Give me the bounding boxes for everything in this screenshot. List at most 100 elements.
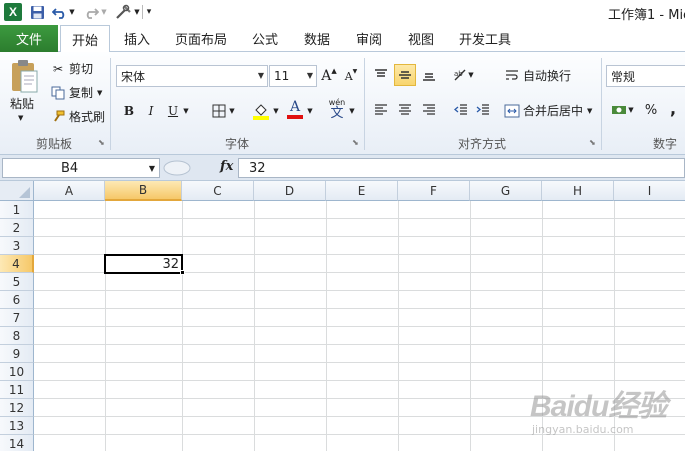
row-header-10[interactable]: 10	[0, 363, 34, 381]
italic-button[interactable]: I	[140, 100, 162, 122]
column-header-c[interactable]: C	[182, 181, 254, 201]
bold-button[interactable]: B	[118, 100, 140, 122]
baidu-watermark-logo: Baidu经验 jingyan.baidu.com	[530, 381, 680, 451]
row-header-9[interactable]: 9	[0, 345, 34, 363]
format-painter-label: 格式刷	[69, 110, 106, 124]
fill-color-dropdown-icon[interactable]: ▼	[270, 100, 282, 122]
row-header-12[interactable]: 12	[0, 399, 34, 417]
tab-home[interactable]: 开始	[60, 25, 110, 53]
tools-dropdown-icon[interactable]: ▼	[133, 3, 141, 21]
align-middle-icon[interactable]	[394, 64, 416, 86]
font-name-dropdown-icon[interactable]: ▼	[258, 71, 264, 80]
customize-qat-icon[interactable]: ▾	[144, 3, 154, 21]
redo-dropdown-icon[interactable]: ▼	[100, 3, 108, 21]
wrap-text-button[interactable]: 自动换行	[504, 67, 571, 84]
font-size-combo[interactable]: 11 ▼	[269, 65, 317, 87]
tab-data[interactable]: 数据	[294, 25, 340, 52]
tab-review[interactable]: 审阅	[346, 25, 392, 52]
decrease-indent-icon[interactable]	[450, 99, 472, 121]
alignment-launcher-icon[interactable]: ⬊	[589, 138, 596, 147]
worksheet-grid[interactable]: A B C D E F G H I 1 2 3 4 5 6 7 8 9 10 1…	[0, 181, 685, 451]
name-box-dropdown-icon[interactable]: ▼	[149, 164, 155, 173]
undo-dropdown-icon[interactable]: ▼	[68, 3, 76, 21]
excel-logo-icon[interactable]: X	[4, 3, 22, 21]
row-header-2[interactable]: 2	[0, 219, 34, 237]
underline-dropdown-icon[interactable]: ▼	[180, 100, 192, 122]
phonetic-char: 文	[330, 105, 344, 121]
paste-dropdown-icon[interactable]: ▼	[18, 114, 23, 122]
column-header-d[interactable]: D	[254, 181, 326, 201]
align-left-icon[interactable]	[370, 99, 392, 121]
tab-page-layout[interactable]: 页面布局	[168, 25, 234, 52]
row-header-6[interactable]: 6	[0, 291, 34, 309]
column-header-h[interactable]: H	[542, 181, 614, 201]
name-box[interactable]: B4 ▼	[2, 158, 160, 178]
clipboard-launcher-icon[interactable]: ⬊	[98, 138, 105, 147]
fill-color-icon[interactable]	[250, 100, 272, 122]
cell-b4[interactable]: 32	[104, 254, 183, 274]
row-header-7[interactable]: 7	[0, 309, 34, 327]
grow-font-icon: A	[321, 68, 332, 84]
tools-icon[interactable]	[113, 3, 133, 21]
ribbon: 粘贴 ▼ ✂ 剪切 复制 ▼ 格式刷 剪贴板 ⬊ 宋体 ▼ 11 ▼ A ▲ A ▼…	[0, 52, 685, 155]
column-header-i[interactable]: I	[614, 181, 685, 201]
font-color-button[interactable]: A	[284, 98, 306, 120]
increase-indent-icon[interactable]	[472, 99, 494, 121]
phonetic-dropdown-icon[interactable]: ▼	[346, 100, 358, 122]
formula-input[interactable]: 32	[238, 158, 685, 178]
column-header-e[interactable]: E	[326, 181, 398, 201]
format-painter-button[interactable]: 格式刷	[50, 108, 105, 125]
tab-formulas[interactable]: 公式	[242, 25, 288, 52]
tab-developer[interactable]: 开发工具	[450, 25, 520, 52]
insert-function-button[interactable]: fx	[220, 159, 233, 174]
row-header-3[interactable]: 3	[0, 237, 34, 255]
currency-dropdown-icon[interactable]: ▼	[626, 99, 636, 121]
tab-insert[interactable]: 插入	[114, 25, 160, 52]
paste-icon[interactable]	[6, 57, 42, 97]
font-size-dropdown-icon[interactable]: ▼	[307, 71, 313, 80]
redo-icon[interactable]	[82, 3, 100, 21]
grow-font-button[interactable]: A ▲	[318, 65, 340, 87]
copy-button[interactable]: 复制 ▼	[50, 84, 102, 101]
align-right-icon[interactable]	[418, 99, 440, 121]
column-header-a[interactable]: A	[34, 181, 105, 201]
save-icon[interactable]	[28, 3, 46, 21]
row-header-11[interactable]: 11	[0, 381, 34, 399]
merge-center-button[interactable]: 合并后居中 ▼	[504, 102, 592, 119]
cut-button[interactable]: ✂ 剪切	[50, 60, 93, 77]
align-center-icon[interactable]	[394, 99, 416, 121]
align-bottom-icon[interactable]	[418, 64, 440, 86]
row-header-5[interactable]: 5	[0, 273, 34, 291]
row-header-1[interactable]: 1	[0, 201, 34, 219]
fill-handle[interactable]	[180, 270, 185, 275]
column-header-g[interactable]: G	[470, 181, 542, 201]
tab-file[interactable]: 文件	[0, 25, 58, 52]
paste-button[interactable]: 粘贴	[10, 95, 34, 112]
column-header-f[interactable]: F	[398, 181, 470, 201]
borders-dropdown-icon[interactable]: ▼	[226, 100, 238, 122]
align-top-icon[interactable]	[370, 64, 392, 86]
font-launcher-icon[interactable]: ⬊	[352, 138, 359, 147]
number-format-combo[interactable]: 常规	[606, 65, 685, 87]
row-header-13[interactable]: 13	[0, 417, 34, 435]
gridline	[34, 344, 685, 345]
row-header-8[interactable]: 8	[0, 327, 34, 345]
row-header-4[interactable]: 4	[0, 255, 34, 273]
shrink-font-button[interactable]: A ▼	[340, 65, 362, 87]
font-name-combo[interactable]: 宋体 ▼	[116, 65, 268, 87]
orientation-dropdown-icon[interactable]: ▼	[466, 64, 476, 86]
clipboard-group-label: 剪贴板	[35, 137, 72, 151]
row-header-14[interactable]: 14	[0, 435, 34, 451]
phonetic-button[interactable]: wén 文	[326, 98, 348, 120]
merge-center-dropdown-icon[interactable]: ▼	[587, 107, 592, 115]
window-title: 工作簿1 - Mic	[608, 8, 685, 23]
copy-dropdown-icon[interactable]: ▼	[97, 89, 102, 97]
font-color-swatch	[287, 115, 303, 119]
tab-view[interactable]: 视图	[398, 25, 444, 52]
font-color-dropdown-icon[interactable]: ▼	[304, 100, 316, 122]
column-header-b[interactable]: B	[105, 181, 182, 201]
select-all-corner[interactable]	[0, 181, 34, 201]
percent-button[interactable]: %	[640, 99, 662, 121]
comma-button[interactable]: ,	[662, 97, 684, 119]
undo-icon[interactable]	[50, 3, 68, 21]
